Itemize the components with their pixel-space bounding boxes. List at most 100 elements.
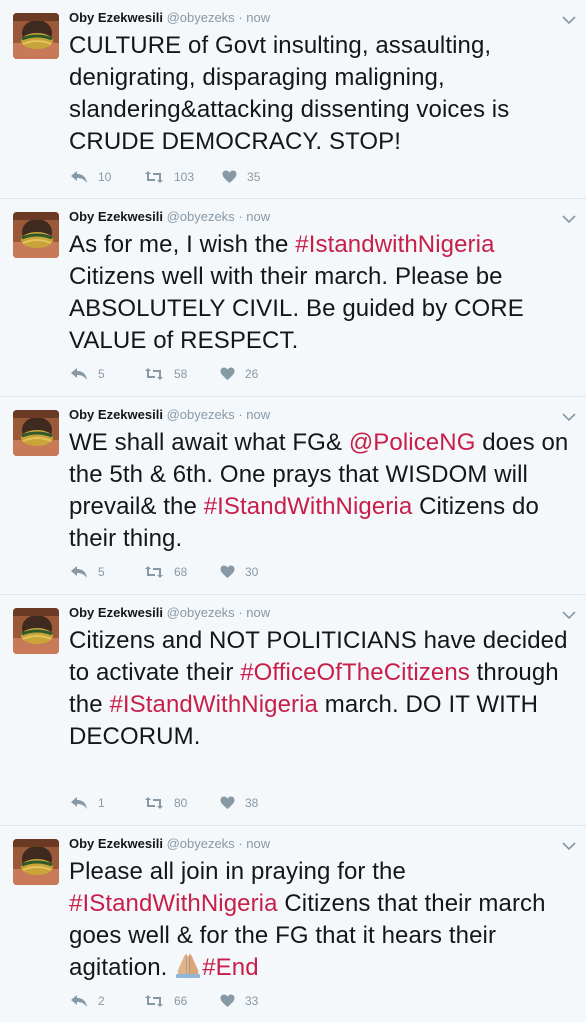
hashtag-link[interactable]: #IStandWithNigeria bbox=[204, 493, 413, 520]
author-name[interactable]: Oby Ezekwesili bbox=[69, 605, 163, 620]
like-button[interactable]: 35 bbox=[222, 170, 265, 184]
avatar[interactable] bbox=[13, 839, 59, 885]
like-button[interactable]: 33 bbox=[220, 994, 263, 1008]
timestamp[interactable]: now bbox=[246, 10, 270, 25]
reply-button[interactable]: 1 bbox=[70, 796, 116, 810]
reply-count: 10 bbox=[98, 170, 112, 184]
timestamp[interactable]: now bbox=[246, 836, 270, 851]
author-name[interactable]: Oby Ezekwesili bbox=[69, 407, 163, 422]
tweet-text: As for me, I wish the #IstandwithNigeria… bbox=[69, 229, 574, 357]
like-button[interactable]: 26 bbox=[220, 367, 263, 381]
reply-button[interactable]: 2 bbox=[70, 994, 116, 1008]
separator-dot: · bbox=[238, 10, 243, 25]
author-name[interactable]: Oby Ezekwesili bbox=[69, 10, 163, 25]
timestamp[interactable]: now bbox=[246, 605, 270, 620]
author-handle[interactable]: @obyezeks bbox=[167, 209, 235, 224]
reply-icon bbox=[70, 170, 88, 184]
tweet[interactable]: Oby Ezekwesili @obyezeks · now CULTURE o… bbox=[0, 0, 586, 199]
retweet-count: 66 bbox=[174, 994, 188, 1008]
hashtag-link[interactable]: #End bbox=[202, 954, 258, 981]
retweet-button[interactable]: 58 bbox=[144, 367, 192, 381]
hashtag-link[interactable]: #IStandWithNigeria bbox=[109, 691, 318, 718]
mention-link[interactable]: @PoliceNG bbox=[349, 429, 476, 456]
retweet-button[interactable]: 68 bbox=[144, 565, 192, 579]
like-count: 33 bbox=[245, 994, 259, 1008]
retweet-button[interactable]: 103 bbox=[144, 170, 194, 184]
hashtag-link[interactable]: #IStandWithNigeria bbox=[69, 890, 278, 917]
author-handle[interactable]: @obyezeks bbox=[167, 407, 235, 422]
tweet-text: Citizens and NOT POLITICIANS have decide… bbox=[69, 625, 574, 753]
retweet-count: 103 bbox=[174, 170, 195, 184]
avatar[interactable] bbox=[13, 13, 59, 59]
author-handle[interactable]: @obyezeks bbox=[167, 836, 235, 851]
avatar[interactable] bbox=[13, 608, 59, 654]
retweet-icon bbox=[144, 565, 164, 579]
heart-icon bbox=[220, 994, 235, 1008]
timestamp[interactable]: now bbox=[246, 407, 270, 422]
tweet-text-segment: CULTURE of Govt insulting, assaulting, d… bbox=[69, 32, 510, 155]
like-count: 35 bbox=[247, 170, 261, 184]
reply-count: 1 bbox=[98, 796, 105, 810]
reply-icon bbox=[70, 367, 88, 381]
reply-button[interactable]: 10 bbox=[70, 170, 116, 184]
tweet-text-segment: Citizens well with their march. Please b… bbox=[69, 263, 524, 354]
avatar[interactable] bbox=[13, 410, 59, 456]
chevron-down-icon[interactable] bbox=[562, 409, 576, 422]
retweet-button[interactable]: 66 bbox=[144, 994, 192, 1008]
reply-icon bbox=[70, 565, 88, 579]
retweet-count: 58 bbox=[174, 367, 188, 381]
like-button[interactable]: 30 bbox=[220, 565, 263, 579]
tweet-header: Oby Ezekwesili @obyezeks · now bbox=[69, 407, 270, 422]
retweet-count: 68 bbox=[174, 565, 188, 579]
reply-icon bbox=[70, 796, 88, 810]
tweet-header: Oby Ezekwesili @obyezeks · now bbox=[69, 10, 270, 25]
separator-dot: · bbox=[238, 209, 243, 224]
tweet-text-segment: Please all join in praying for the bbox=[69, 858, 406, 885]
heart-icon bbox=[222, 170, 237, 184]
tweet-actions: 2 66 33 bbox=[70, 994, 291, 1008]
author-handle[interactable]: @obyezeks bbox=[167, 10, 235, 25]
heart-icon bbox=[220, 565, 235, 579]
tweet[interactable]: Oby Ezekwesili @obyezeks · now WE shall … bbox=[0, 397, 586, 595]
tweet-text: Please all join in praying for the #ISta… bbox=[69, 856, 574, 987]
tweet-feed: Oby Ezekwesili @obyezeks · now CULTURE o… bbox=[0, 0, 586, 1022]
tweet-actions: 10 103 35 bbox=[70, 170, 293, 184]
retweet-icon bbox=[144, 796, 164, 810]
chevron-down-icon[interactable] bbox=[562, 838, 576, 851]
author-handle[interactable]: @obyezeks bbox=[167, 605, 235, 620]
hashtag-link[interactable]: #OfficeOfTheCitizens bbox=[240, 659, 470, 686]
tweet-actions: 5 58 26 bbox=[70, 367, 291, 381]
chevron-down-icon[interactable] bbox=[562, 12, 576, 25]
retweet-button[interactable]: 80 bbox=[144, 796, 192, 810]
tweet[interactable]: Oby Ezekwesili @obyezeks · now As for me… bbox=[0, 199, 586, 397]
like-button[interactable]: 38 bbox=[220, 796, 263, 810]
retweet-count: 80 bbox=[174, 796, 188, 810]
reply-count: 5 bbox=[98, 367, 105, 381]
like-count: 38 bbox=[245, 796, 259, 810]
tweet-text-segment: WE shall await what FG& bbox=[69, 429, 349, 456]
heart-icon bbox=[220, 796, 235, 810]
chevron-down-icon[interactable] bbox=[562, 607, 576, 620]
tweet-text: CULTURE of Govt insulting, assaulting, d… bbox=[69, 30, 574, 158]
heart-icon bbox=[220, 367, 235, 381]
chevron-down-icon[interactable] bbox=[562, 211, 576, 224]
reply-button[interactable]: 5 bbox=[70, 565, 116, 579]
timestamp[interactable]: now bbox=[246, 209, 270, 224]
tweet[interactable]: Oby Ezekwesili @obyezeks · now Citizens … bbox=[0, 595, 586, 826]
hashtag-link[interactable]: #IstandwithNigeria bbox=[295, 231, 494, 258]
reply-count: 2 bbox=[98, 994, 105, 1008]
author-name[interactable]: Oby Ezekwesili bbox=[69, 836, 163, 851]
tweet-header: Oby Ezekwesili @obyezeks · now bbox=[69, 209, 270, 224]
like-count: 30 bbox=[245, 565, 259, 579]
tweet-header: Oby Ezekwesili @obyezeks · now bbox=[69, 605, 270, 620]
avatar[interactable] bbox=[13, 212, 59, 258]
separator-dot: · bbox=[238, 407, 243, 422]
retweet-icon bbox=[144, 994, 164, 1008]
like-count: 26 bbox=[245, 367, 259, 381]
retweet-icon bbox=[144, 367, 164, 381]
reply-icon bbox=[70, 994, 88, 1008]
reply-button[interactable]: 5 bbox=[70, 367, 116, 381]
tweet-text-segment: As for me, I wish the bbox=[69, 231, 296, 258]
tweet[interactable]: Oby Ezekwesili @obyezeks · now Please al… bbox=[0, 826, 586, 1022]
author-name[interactable]: Oby Ezekwesili bbox=[69, 209, 163, 224]
